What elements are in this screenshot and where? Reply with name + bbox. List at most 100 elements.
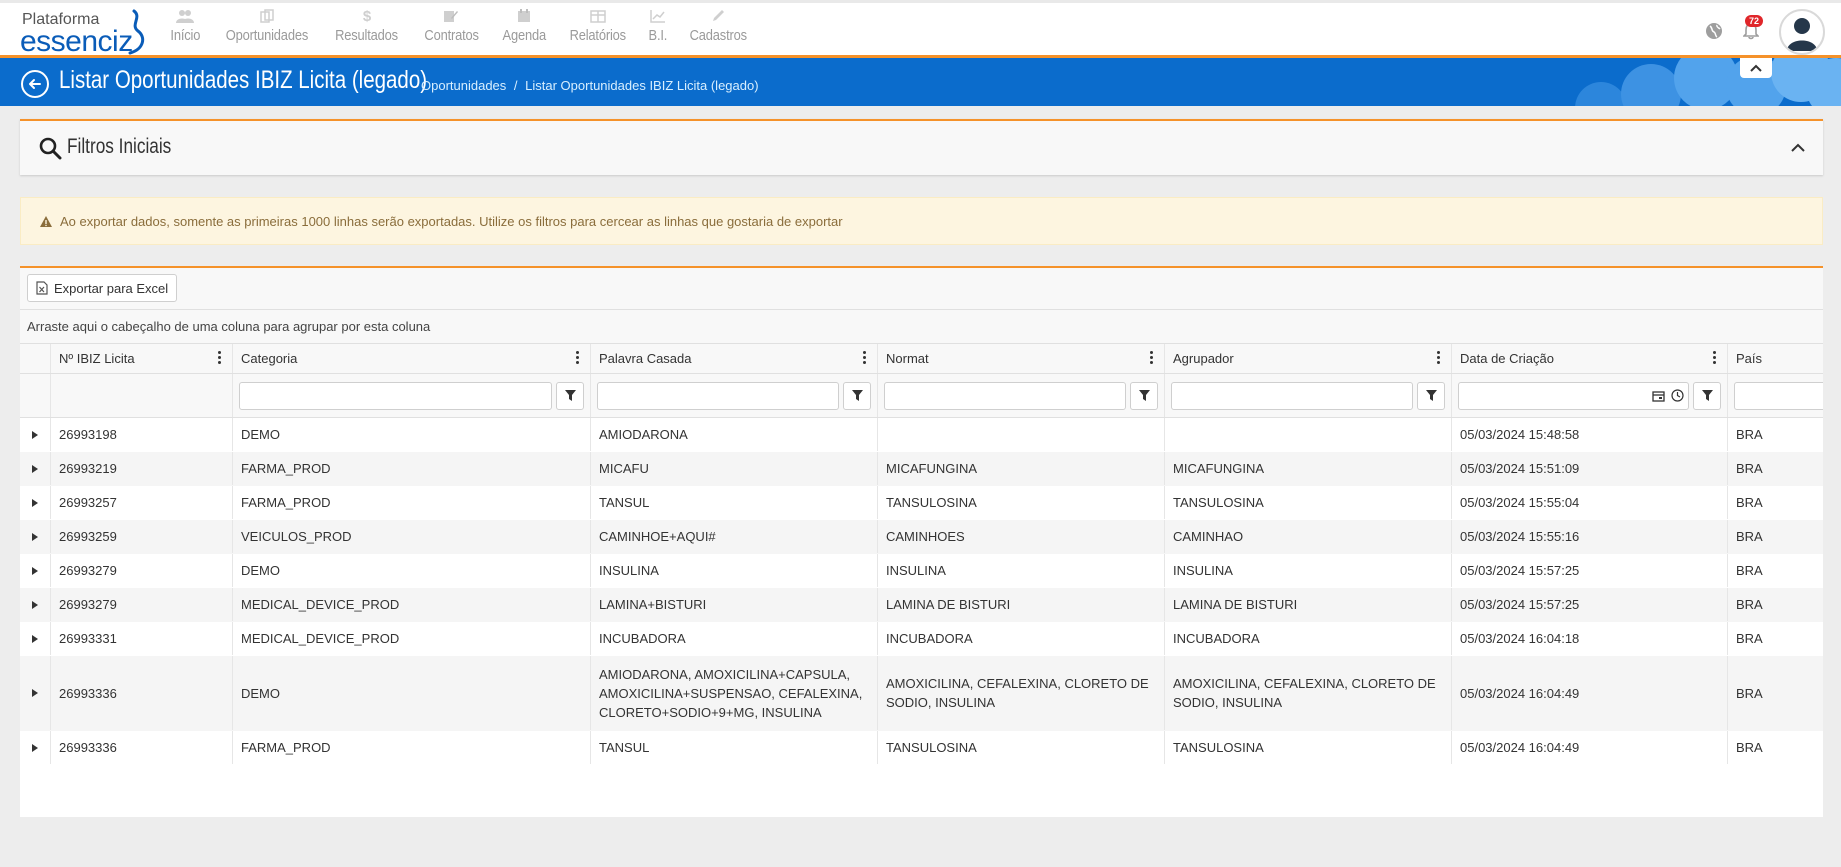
cell-pais-text: BRA xyxy=(1736,685,1763,701)
initial-filters-panel[interactable]: Filtros Iniciais xyxy=(20,119,1823,175)
menu-item-cadastros[interactable]: Cadastros xyxy=(677,7,760,44)
column-header-normat[interactable]: Normat xyxy=(878,344,1165,373)
table-row[interactable]: 26993279 DEMO INSULINA INSULINA INSULINA 05/0… xyxy=(20,554,1823,588)
filter-button[interactable] xyxy=(1417,381,1445,410)
cell-categoria: FARMA_PROD xyxy=(233,486,591,519)
logo[interactable]: Plataforma essenciz xyxy=(20,9,150,58)
cell-palavra-casada: INSULINA xyxy=(591,554,878,587)
column-menu-icon[interactable] xyxy=(1437,351,1441,364)
column-menu-icon[interactable] xyxy=(1150,351,1154,364)
cell-normat-text: MICAFUNGINA xyxy=(886,461,977,476)
menu-item-oportunidades[interactable]: Oportunidades xyxy=(211,7,323,44)
column-title: Normat xyxy=(886,351,929,366)
filter-button[interactable] xyxy=(843,381,871,410)
cell-palavra-casada-text: LAMINA+BISTURI xyxy=(599,597,707,612)
table-row[interactable]: 26993219 FARMA_PROD MICAFU MICAFUNGINA MICAF… xyxy=(20,452,1823,486)
row-expand-button[interactable] xyxy=(20,731,51,764)
menu-item-contratos[interactable]: Contratos xyxy=(412,7,491,44)
grid-toolbar: Exportar para Excel xyxy=(20,268,1823,310)
cell-palavra-casada-text: MICAFU xyxy=(599,461,649,476)
cell-pais-text: BRA xyxy=(1736,427,1763,442)
cell-normat: TANSULOSINA xyxy=(878,731,1165,764)
cell-data-criacao-text: 05/03/2024 16:04:49 xyxy=(1460,740,1580,755)
filter-pais-input[interactable] xyxy=(1734,381,1823,410)
row-expand-button[interactable] xyxy=(20,452,51,485)
filter-button[interactable] xyxy=(1130,381,1158,410)
column-header-ibiz[interactable]: Nº IBIZ Licita xyxy=(51,344,233,373)
filter-agrupador-input[interactable] xyxy=(1171,381,1413,410)
chevron-up-icon xyxy=(1750,64,1762,72)
column-menu-icon[interactable] xyxy=(218,351,222,364)
table-row[interactable]: 26993279 MEDICAL_DEVICE_PROD LAMINA+BISTUR… xyxy=(20,588,1823,622)
menu-item-resultados[interactable]: $ Resultados xyxy=(322,7,411,45)
column-header-agrupador[interactable]: Agrupador xyxy=(1165,344,1452,373)
warning-icon xyxy=(39,215,53,233)
cell-data-criacao: 05/03/2024 16:04:49 xyxy=(1452,656,1728,730)
filter-palavra-input[interactable] xyxy=(597,381,839,410)
breadcrumb-current: Listar Oportunidades IBIZ Licita (legado… xyxy=(525,78,759,93)
column-title: Categoria xyxy=(241,351,298,366)
caret-right-icon xyxy=(32,464,38,473)
chevron-up-icon[interactable] xyxy=(1791,139,1805,157)
filter-categoria-input[interactable] xyxy=(239,381,552,410)
table-row[interactable]: 26993257 FARMA_PROD TANSUL TANSULOSINA TANSU… xyxy=(20,486,1823,520)
table-row[interactable]: 26993331 MEDICAL_DEVICE_PROD INCUBADORA INC… xyxy=(20,622,1823,656)
filter-button[interactable] xyxy=(1693,381,1721,410)
grid-header-row: Nº IBIZ Licita Categoria Palavra Casada … xyxy=(20,344,1823,374)
row-expand-button[interactable] xyxy=(20,418,51,451)
column-header-pais[interactable]: País xyxy=(1728,344,1823,373)
table-row[interactable]: 26993198 DEMO AMIODARONA 05/03/2024 15:48:5… xyxy=(20,418,1823,452)
column-header-data[interactable]: Data de Criação xyxy=(1452,344,1728,373)
table-row[interactable]: 26993259 VEICULOS_PROD CAMINHOE+AQUI# CAMIN… xyxy=(20,520,1823,554)
row-expand-button[interactable] xyxy=(20,554,51,587)
row-expand-button[interactable] xyxy=(20,622,51,655)
menu-item-inicio[interactable]: Início xyxy=(160,7,211,44)
group-drop-area[interactable]: Arraste aqui o cabeçalho de uma coluna p… xyxy=(20,310,1823,344)
breadcrumb-parent[interactable]: Oportunidades xyxy=(421,78,506,93)
filter-normat-input[interactable] xyxy=(884,381,1126,410)
calendar-icon[interactable] xyxy=(1652,390,1665,402)
column-header-palavra[interactable]: Palavra Casada xyxy=(591,344,878,373)
column-title: Agrupador xyxy=(1173,351,1234,366)
menu-label: Contratos xyxy=(423,27,479,44)
menu-item-agenda[interactable]: Agenda xyxy=(491,7,558,44)
row-expand-button[interactable] xyxy=(20,486,51,519)
users-icon xyxy=(176,7,195,25)
cell-data-criacao-text: 05/03/2024 15:51:09 xyxy=(1460,461,1580,476)
table-row[interactable]: 26993336 FARMA_PROD TANSUL TANSULOSINA TANSU… xyxy=(20,731,1823,765)
cell-agrupador-text: INCUBADORA xyxy=(1173,631,1260,646)
clock-icon[interactable] xyxy=(1671,389,1684,402)
column-title: Palavra Casada xyxy=(599,351,692,366)
cell-pais: BRA xyxy=(1728,588,1823,621)
menu-item-relatorios[interactable]: Relatórios xyxy=(557,7,639,44)
table-row[interactable]: 26993336 DEMO AMIODARONA, AMOXICILINA+CAPS… xyxy=(20,656,1823,731)
cell-palavra-casada-text: AMIODARONA, AMOXICILINA+CAPSULA, AMOXICI… xyxy=(599,666,863,720)
column-menu-icon[interactable] xyxy=(1713,351,1717,364)
row-expand-button[interactable] xyxy=(20,588,51,621)
column-title: Data de Criação xyxy=(1460,351,1554,366)
back-button[interactable] xyxy=(21,70,49,98)
cell-agrupador-text: MICAFUNGINA xyxy=(1173,461,1264,476)
cell-agrupador: INSULINA xyxy=(1165,554,1452,587)
menu-item-bi[interactable]: B.I. xyxy=(639,7,677,44)
cell-categoria-text: DEMO xyxy=(241,563,280,578)
caret-right-icon xyxy=(32,743,38,752)
row-expand-button[interactable] xyxy=(20,520,51,553)
column-menu-icon[interactable] xyxy=(576,351,580,364)
collapse-header-button[interactable] xyxy=(1740,58,1772,78)
column-menu-icon[interactable] xyxy=(863,351,867,364)
filter-data-input[interactable] xyxy=(1458,381,1689,410)
globe-icon[interactable] xyxy=(1705,22,1723,45)
export-excel-button[interactable]: Exportar para Excel xyxy=(27,274,178,302)
cell-categoria: FARMA_PROD xyxy=(233,731,591,764)
cell-categoria: DEMO xyxy=(233,418,591,451)
avatar[interactable] xyxy=(1779,9,1825,55)
cell-id-text: 26993279 xyxy=(59,597,117,612)
column-header-categoria[interactable]: Categoria xyxy=(233,344,591,373)
cell-agrupador xyxy=(1165,418,1452,451)
logo-bottom-text: essenciz xyxy=(20,25,133,58)
filter-button[interactable] xyxy=(556,381,584,410)
cell-categoria-text: FARMA_PROD xyxy=(241,740,331,755)
row-expand-button[interactable] xyxy=(20,656,51,730)
cell-normat: AMOXICILINA, CEFALEXINA, CLORETO DE SODI… xyxy=(878,656,1165,730)
